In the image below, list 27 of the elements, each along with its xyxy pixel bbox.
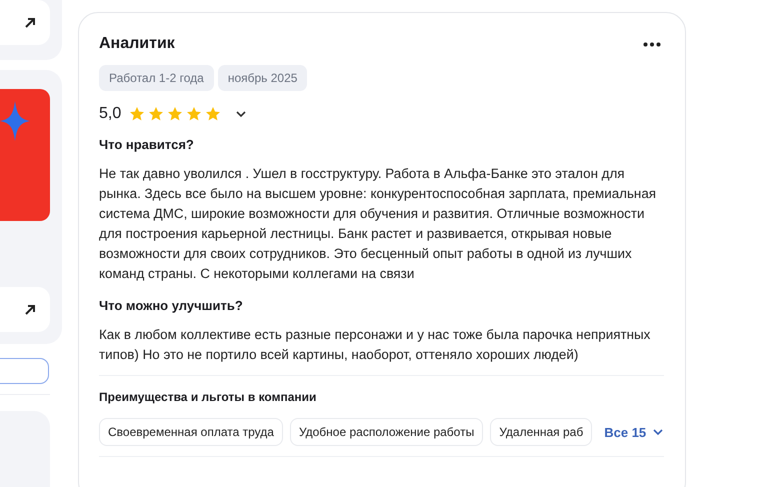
star-icon xyxy=(205,106,222,122)
section-heading: Что можно улучшить? xyxy=(99,298,244,313)
arrow-icon xyxy=(24,304,36,316)
tag: ноябрь 2025 xyxy=(218,65,308,91)
outline-button[interactable] xyxy=(0,358,49,384)
star-icon xyxy=(129,106,146,122)
tag: Работал 1-2 года xyxy=(99,65,214,91)
arrow-icon xyxy=(24,16,36,28)
benefit-chip: Своевременная оплата труда xyxy=(99,418,283,446)
chevron-down-icon[interactable] xyxy=(235,110,248,118)
star-icon xyxy=(148,106,164,122)
star-icon xyxy=(167,106,184,122)
arrow-button[interactable] xyxy=(0,0,50,45)
rating-score: 5,0 xyxy=(99,105,122,123)
show-all-button[interactable]: Все 15 xyxy=(596,424,664,440)
more-icon[interactable] xyxy=(643,42,661,46)
benefits-heading: Преимущества и льготы в компании xyxy=(99,390,318,404)
star-icon xyxy=(186,106,202,122)
review-text: Не так давно уволился . Ушел в госструктуру. Работа в Альфа-Банке это эталон для рынка. Здесь все было на высшем уровне: конкурентоспособная зарплата, премиальная система ДМС, широкие возможности для обучения и развития. Отличные возможности для построения карьерной лестницы. Банк растет и развивается, открывая новые возможности для своих сотрудников. Это бесценный опыт работы в одной из лучших команд страны. С некоторыми коллегами на связи xyxy=(99,165,658,283)
arrow-button[interactable] xyxy=(0,287,50,332)
review-text: Как в любом коллективе есть разные персонажи и у нас тоже была парочка неприятных типов) Но это не портило всей картины, наоборот, оттеняло хороших людей) xyxy=(99,326,652,364)
section-heading: Что нравится? xyxy=(99,137,195,152)
sparkle-icon xyxy=(0,101,30,141)
benefit-chip: Удаленная раб xyxy=(490,418,592,446)
review-title: Аналитик xyxy=(99,35,175,53)
benefit-chip: Удобное расположение работы xyxy=(290,418,484,446)
chevron-down-icon xyxy=(652,428,664,436)
